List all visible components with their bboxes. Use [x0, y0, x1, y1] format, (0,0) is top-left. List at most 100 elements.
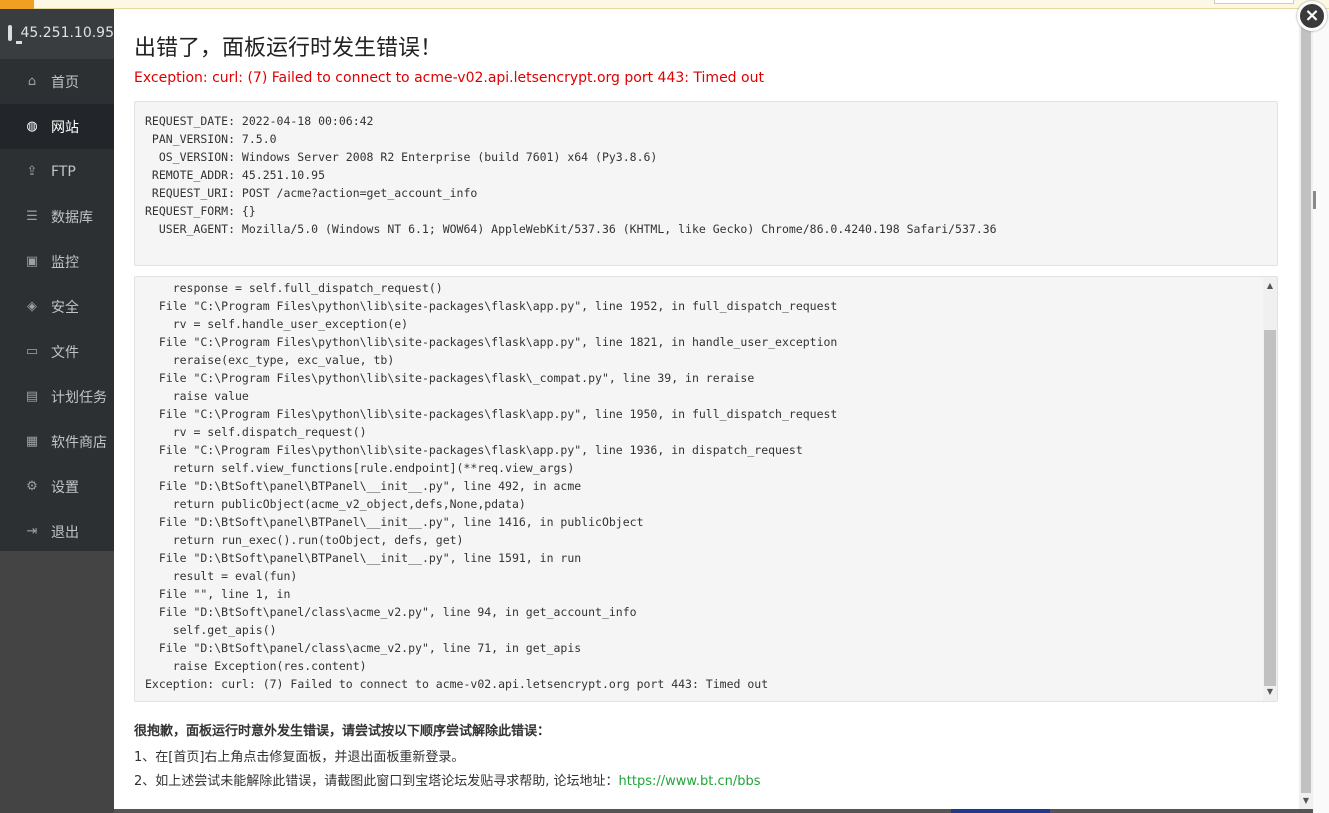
sidebar-item[interactable]: ▭ 文件 — [0, 329, 114, 374]
globe-icon: ◍ — [26, 119, 38, 134]
sidebar-item[interactable]: ▤ 计划任务 — [0, 374, 114, 419]
traceback-line: File "C:\Program Files\python\lib\site-p… — [145, 299, 838, 313]
separator: : — [228, 168, 242, 182]
monitor-icon: ▣ — [25, 254, 39, 269]
gear-icon: ⚙ — [26, 479, 38, 494]
scrollbar-thumb[interactable] — [1264, 330, 1276, 686]
background-page-edge — [1313, 9, 1329, 813]
traceback-line: File "C:\Program Files\python\lib\site-p… — [145, 407, 838, 421]
request-info-row: REQUEST_URI: POST /acme?action=get_accou… — [145, 184, 1267, 202]
logo-corner — [0, 0, 34, 9]
sidebar: 45.251.10.95 ⌂ 首页 ◍ 网站 ⇪ FTP ☰ 数据库 ▣ 监控 ◈ 安全 ▭ 文件 ▤ 计划任… — [0, 9, 114, 813]
request-info-value: 7.5.0 — [241, 132, 277, 146]
traceback-text[interactable]: response = self.full_dispatch_request() … — [145, 279, 837, 693]
sidebar-item[interactable]: ⚙ 设置 — [0, 464, 114, 509]
request-info-row: REMOTE_ADDR: 45.251.10.95 — [145, 166, 1267, 184]
background-divider — [1313, 191, 1316, 209]
sidebar-menu: ⌂ 首页 ◍ 网站 ⇪ FTP ☰ 数据库 ▣ 监控 ◈ 安全 ▭ 文件 ▤ 计划任务 ▦ 软件商店 ⚙ 设置 ⇥ 退出 — [0, 59, 114, 551]
request-info-value: Windows Server 2008 R2 Enterprise (build… — [241, 150, 658, 164]
scroll-down-arrow-icon[interactable]: ▼ — [1263, 685, 1277, 699]
traceback-line: File "", line 1, in — [145, 587, 291, 601]
traceback-line: return run_exec().run(toObject, defs, ge… — [145, 533, 464, 547]
home-icon: ⌂ — [27, 74, 37, 89]
request-info-value: 45.251.10.95 — [241, 168, 326, 182]
sidebar-item[interactable]: ▣ 监控 — [0, 239, 114, 284]
separator: : — [228, 132, 242, 146]
traceback-line: File "D:\BtSoft\panel\BTPanel\__init__.p… — [145, 515, 644, 529]
server-host: 45.251.10.95 — [20, 25, 114, 41]
help-step-2-text: 2、如上述尝试未能解除此错误，请截图此窗口到宝塔论坛发贴寻求帮助, 论坛地址： — [134, 774, 619, 789]
dialog-title: 出错了，面板运行时发生错误！ — [134, 36, 443, 61]
request-info-value: 2022-04-18 00:06:42 — [241, 114, 374, 128]
top-notice-bar — [0, 0, 1329, 9]
help-section: 很抱歉，面板运行时意外发生错误，请尝试按以下顺序尝试解除此错误： 1、在[首页]… — [134, 722, 761, 794]
traceback-line: rv = self.dispatch_request() — [145, 425, 367, 439]
request-info-row: REQUEST_FORM: {} — [145, 202, 1267, 220]
sidebar-item-label: 设置 — [51, 479, 79, 496]
sidebar-item[interactable]: ⌂ 首页 — [0, 59, 114, 104]
shield-icon: ◈ — [27, 299, 37, 314]
close-button[interactable]: × — [1297, 1, 1327, 31]
traceback-line: self.get_apis() — [145, 623, 277, 637]
error-dialog: 出错了，面板运行时发生错误！ Exception: curl: (7) Fail… — [114, 9, 1299, 809]
monitor-icon — [8, 25, 24, 44]
sidebar-item-label: 数据库 — [51, 209, 93, 226]
sidebar-item[interactable]: ☰ 数据库 — [0, 194, 114, 239]
sidebar-item-label: 网站 — [51, 119, 79, 136]
grid-icon: ▦ — [25, 434, 39, 449]
sidebar-item-label: 首页 — [51, 74, 79, 91]
sidebar-item[interactable]: ⇪ FTP — [0, 149, 114, 194]
exception-message: Exception: curl: (7) Failed to connect t… — [134, 70, 764, 86]
request-info-key: REQUEST_FORM — [145, 204, 229, 218]
dialog-scrollbar[interactable]: ▼ — [1299, 9, 1313, 809]
traceback-line: File "D:\BtSoft\panel\BTPanel\__init__.p… — [145, 551, 582, 565]
traceback-line: raise Exception(res.content) — [145, 659, 367, 673]
upload-icon: ⇪ — [26, 164, 38, 179]
sidebar-item-label: 计划任务 — [51, 389, 107, 406]
sidebar-item-label: 软件商店 — [51, 434, 107, 451]
scroll-up-arrow-icon[interactable]: ▲ — [1263, 279, 1277, 293]
traceback-line: File "D:\BtSoft\panel/class\acme_v2.py",… — [145, 605, 637, 619]
sidebar-item-label: FTP — [51, 163, 76, 180]
traceback-scrollbar[interactable]: ▲ ▼ — [1263, 277, 1277, 701]
folder-icon: ▭ — [25, 344, 39, 359]
separator: : — [228, 114, 242, 128]
sidebar-item[interactable]: ⇥ 退出 — [0, 509, 114, 554]
request-info-value: {} — [241, 204, 256, 218]
top-input-edge — [1214, 0, 1294, 4]
traceback-line: File "C:\Program Files\python\lib\site-p… — [145, 335, 838, 349]
help-step-1: 1、在[首页]右上角点击修复面板，并退出面板重新登录。 — [134, 750, 465, 765]
traceback-line: return self.view_functions[rule.endpoint… — [145, 461, 575, 475]
calendar-icon: ▤ — [25, 389, 39, 404]
sidebar-item[interactable]: ◈ 安全 — [0, 284, 114, 329]
request-info-row: REQUEST_DATE: 2022-04-18 00:06:42 — [145, 112, 1267, 130]
traceback-line: reraise(exc_type, exc_value, tb) — [145, 353, 395, 367]
traceback-line: File "D:\BtSoft\panel/class\acme_v2.py",… — [145, 641, 582, 655]
background-bottom-edge — [114, 809, 1313, 813]
separator: : — [228, 222, 242, 236]
sidebar-item[interactable]: ▦ 软件商店 — [0, 419, 114, 464]
request-info-box[interactable]: REQUEST_DATE: 2022-04-18 00:06:42 PAN_VER… — [134, 101, 1278, 266]
logout-icon: ⇥ — [26, 524, 38, 539]
separator: : — [228, 204, 242, 218]
sidebar-footer — [0, 551, 114, 813]
request-info-row: OS_VERSION: Windows Server 2008 R2 Enter… — [145, 148, 1267, 166]
help-step-2: 2、如上述尝试未能解除此错误，请截图此窗口到宝塔论坛发贴寻求帮助, 论坛地址：h… — [134, 770, 761, 794]
traceback-line: return publicObject(acme_v2_object,defs,… — [145, 497, 526, 511]
separator: : — [228, 150, 242, 164]
traceback-box[interactable]: response = self.full_dispatch_request() … — [134, 276, 1278, 702]
sidebar-item[interactable]: ◍ 网站 — [0, 104, 114, 149]
sidebar-item-label: 退出 — [51, 524, 79, 541]
request-info-key: REQUEST_URI — [151, 186, 229, 200]
forum-link[interactable]: https://www.bt.cn/bbs — [619, 774, 761, 789]
dialog-scrollbar-thumb[interactable] — [1301, 23, 1311, 793]
request-info-key: OS_VERSION — [158, 150, 229, 164]
request-info-row: PAN_VERSION: 7.5.0 — [145, 130, 1267, 148]
traceback-line: rv = self.handle_user_exception(e) — [145, 317, 409, 331]
request-info-key: PAN_VERSION — [151, 132, 229, 146]
sidebar-item-label: 安全 — [51, 299, 79, 316]
background-blue-bar — [951, 809, 1050, 813]
request-info-key: REMOTE_ADDR — [151, 168, 229, 182]
request-info-row: USER_AGENT: Mozilla/5.0 (Windows NT 6.1;… — [145, 220, 1267, 238]
dialog-scroll-down-icon[interactable]: ▼ — [1299, 795, 1313, 807]
